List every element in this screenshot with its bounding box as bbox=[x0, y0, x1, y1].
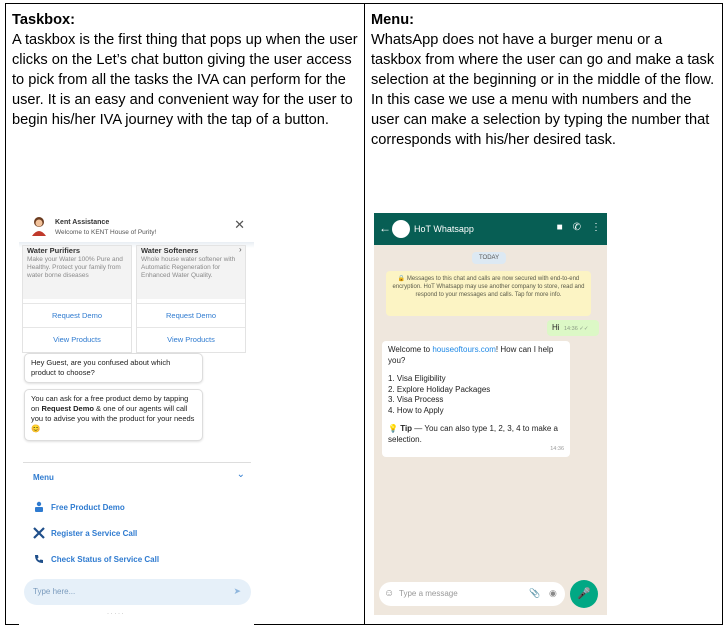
taskbox-cell: Taskbox: A taskbox is the first thing th… bbox=[6, 4, 364, 626]
chevron-down-icon[interactable]: ⌄ bbox=[237, 469, 245, 480]
bot-message: You can ask for a free product demo by t… bbox=[24, 389, 203, 441]
card-title: Water Purifiers bbox=[27, 246, 81, 255]
video-call-icon[interactable]: ■ bbox=[557, 222, 563, 233]
message-input-placeholder: Type a message bbox=[399, 589, 458, 598]
back-arrow-icon[interactable]: ← bbox=[379, 221, 391, 235]
menu-item-service-call[interactable]: Register a Service Call bbox=[33, 527, 137, 539]
contact-name[interactable]: HoT Whatsapp bbox=[414, 224, 474, 234]
menu-cell: Menu: WhatsApp does not have a burger me… bbox=[364, 4, 722, 624]
product-card: Water Softeners Whole house water soften… bbox=[136, 245, 246, 353]
card-title: Water Softeners bbox=[141, 246, 199, 255]
taskbox-text: Taskbox: A taskbox is the first thing th… bbox=[12, 10, 358, 130]
date-chip: TODAY bbox=[472, 252, 507, 264]
outgoing-message: Hi 14:36 ✓✓ bbox=[547, 320, 599, 336]
mic-icon[interactable]: 🎤 bbox=[570, 580, 598, 608]
chat-input[interactable]: Type here... ➤ bbox=[24, 579, 251, 605]
menu-panel: Menu ⌄ Free Product Demo Register a Serv… bbox=[23, 462, 251, 571]
menu-option: 1. Visa Eligibility bbox=[388, 374, 446, 383]
message-time: 14:36 bbox=[550, 445, 564, 452]
agent-name: Kent Assistance bbox=[55, 219, 110, 226]
menu-item-check-status[interactable]: Check Status of Service Call bbox=[33, 553, 159, 565]
menu-option: 2. Explore Holiday Packages bbox=[388, 384, 491, 394]
camera-icon[interactable]: ◉ bbox=[549, 588, 557, 599]
voice-call-icon[interactable]: ✆ bbox=[573, 222, 581, 233]
product-card: Water Purifiers Make your Water 100% Pur… bbox=[22, 245, 132, 353]
menu-heading: Menu: bbox=[371, 12, 414, 28]
menu-option: 4. How to Apply bbox=[388, 405, 444, 415]
close-icon[interactable]: ✕ bbox=[234, 218, 245, 231]
compose-bar: ☺ Type a message 📎 ◉ 🎤 bbox=[374, 578, 607, 615]
wa-header: ← HoT Whatsapp ■ ✆ ⋮ bbox=[374, 213, 607, 245]
message-input[interactable]: ☺ Type a message 📎 ◉ bbox=[379, 582, 565, 606]
footer-dots: · · · · · bbox=[107, 611, 124, 617]
message-text: Hi bbox=[552, 323, 560, 332]
taskbox-heading: Taskbox: bbox=[12, 12, 75, 28]
header-actions: ■ ✆ ⋮ bbox=[557, 222, 601, 233]
incoming-message: Welcome to houseoftours.com! How can I h… bbox=[382, 341, 570, 457]
product-cards: Water Purifiers Make your Water 100% Pur… bbox=[22, 245, 246, 353]
view-products-button[interactable]: View Products bbox=[23, 327, 131, 352]
encryption-notice[interactable]: 🔒 Messages to this chat and calls are no… bbox=[386, 271, 591, 316]
request-demo-button[interactable]: Request Demo bbox=[137, 303, 245, 328]
document-table: Taskbox: A taskbox is the first thing th… bbox=[5, 3, 723, 626]
view-products-button[interactable]: View Products bbox=[137, 327, 245, 352]
lightbulb-icon: 💡 bbox=[388, 424, 398, 433]
request-demo-button[interactable]: Request Demo bbox=[23, 303, 131, 328]
card-description: Whole house water softener with Automati… bbox=[141, 256, 236, 279]
demo-icon bbox=[35, 501, 43, 512]
menu-option: 3. Visa Process bbox=[388, 395, 444, 404]
tools-icon bbox=[33, 527, 45, 539]
menu-body: WhatsApp does not have a burger menu or … bbox=[371, 32, 715, 148]
menu-text: Menu: WhatsApp does not have a burger me… bbox=[371, 10, 716, 150]
tip: 💡 Tip — You can also type 1, 2, 3, 4 to … bbox=[388, 424, 558, 444]
more-options-icon[interactable]: ⋮ bbox=[591, 222, 601, 233]
whatsapp-mockup: ← HoT Whatsapp ■ ✆ ⋮ TODAY 🔒 Messages to… bbox=[374, 213, 607, 615]
website-link[interactable]: houseoftours.com bbox=[432, 345, 496, 354]
chat-header: Kent Assistance Welcome to KENT House of… bbox=[19, 212, 254, 242]
send-icon[interactable]: ➤ bbox=[233, 586, 241, 597]
attach-icon[interactable]: 📎 bbox=[529, 588, 540, 599]
agent-avatar bbox=[32, 217, 46, 236]
carousel-arrow-icon[interactable]: › bbox=[239, 245, 242, 254]
agent-welcome: Welcome to KENT House of Purity! bbox=[55, 229, 157, 236]
message-time: 14:36 ✓✓ bbox=[564, 326, 589, 332]
taskbox-body: A taskbox is the first thing that pops u… bbox=[12, 32, 358, 128]
bot-message: Hey Guest, are you confused about which … bbox=[24, 353, 203, 383]
menu-item-free-demo[interactable]: Free Product Demo bbox=[33, 501, 125, 513]
greeting: Welcome to houseoftours.com! How can I h… bbox=[388, 345, 554, 365]
taskbox-mockup: Kent Assistance Welcome to KENT House of… bbox=[19, 212, 254, 626]
card-description: Make your Water 100% Pure and Healthy. P… bbox=[27, 256, 123, 279]
phone-icon bbox=[35, 555, 43, 563]
chat-input-placeholder: Type here... bbox=[33, 587, 76, 596]
menu-label[interactable]: Menu bbox=[33, 473, 54, 482]
emoji-icon[interactable]: ☺ bbox=[384, 588, 394, 599]
contact-avatar[interactable] bbox=[392, 220, 410, 238]
